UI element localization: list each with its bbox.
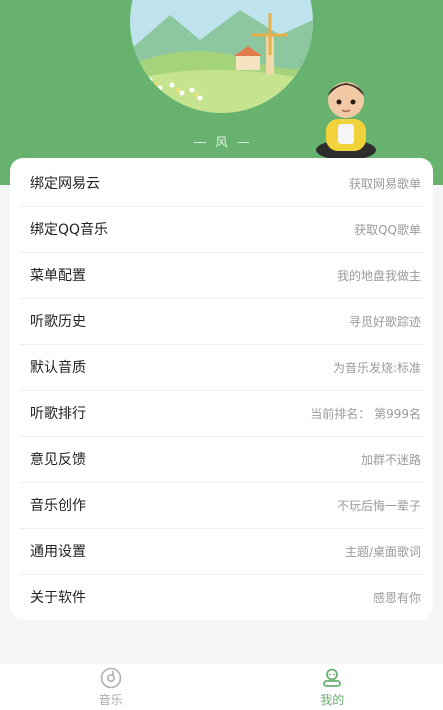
menu-item-desc: 获取QQ歌单	[354, 222, 421, 237]
menu-item-general-settings[interactable]: 通用设置 主题/桌面歌词	[20, 528, 423, 575]
menu-item-label: 绑定QQ音乐	[30, 222, 109, 238]
menu-item-label: 听歌历史	[30, 314, 86, 330]
music-disc-icon	[100, 667, 122, 688]
menu-item-desc: 寻觅好歌踪迹	[348, 314, 421, 329]
menu-item-desc: 主题/桌面歌词	[344, 544, 421, 559]
tab-music[interactable]: 音乐	[0, 664, 222, 710]
menu-item-bind-netease[interactable]: 绑定网易云 获取网易歌单	[20, 160, 423, 207]
tab-mine[interactable]: 我的	[222, 664, 443, 710]
user-name: 风	[0, 133, 443, 150]
menu-item-desc: 我的地盘我做主	[336, 268, 421, 283]
menu-item-label: 默认音质	[30, 360, 86, 376]
menu-item-bind-qq-music[interactable]: 绑定QQ音乐 获取QQ歌单	[20, 206, 423, 253]
menu-item-desc: 为音乐发烧:标准	[332, 360, 421, 375]
menu-item-desc: 不玩后悔一辈子	[336, 498, 421, 513]
menu-item-desc: 获取网易歌单	[348, 176, 421, 191]
menu-item-desc: 感恩有你	[372, 590, 421, 605]
menu-item-label: 菜单配置	[30, 268, 86, 284]
menu-item-label: 关于软件	[30, 590, 86, 606]
menu-item-label: 音乐创作	[30, 498, 86, 514]
menu-item-label: 绑定网易云	[30, 176, 100, 192]
landscape-illustration	[130, 0, 313, 113]
menu-item-default-quality[interactable]: 默认音质 为音乐发烧:标准	[20, 344, 423, 391]
profile-icon	[323, 668, 342, 687]
tab-label: 音乐	[98, 692, 123, 707]
menu-item-desc: 当前排名： 第999名	[310, 406, 421, 421]
menu-item-label: 意见反馈	[30, 452, 86, 468]
menu-item-label: 听歌排行	[30, 406, 86, 422]
menu-item-desc: 加群不迷路	[360, 452, 421, 467]
menu-item-music-creation[interactable]: 音乐创作 不玩后悔一辈子	[20, 482, 423, 529]
menu-item-listen-ranking[interactable]: 听歌排行 当前排名： 第999名	[20, 390, 423, 437]
menu-item-menu-config[interactable]: 菜单配置 我的地盘我做主	[20, 252, 423, 299]
menu-item-listen-history[interactable]: 听歌历史 寻觅好歌踪迹	[20, 298, 423, 345]
tab-label: 我的	[320, 692, 345, 707]
menu-item-label: 通用设置	[30, 544, 86, 560]
menu-item-feedback[interactable]: 意见反馈 加群不迷路	[20, 436, 423, 483]
settings-menu-card: 绑定网易云 获取网易歌单 绑定QQ音乐 获取QQ歌单 菜单配置 我的地盘我做主 …	[10, 158, 433, 620]
menu-item-about[interactable]: 关于软件 感恩有你	[20, 574, 423, 620]
bottom-tab-bar: 音乐 我的	[0, 664, 443, 710]
